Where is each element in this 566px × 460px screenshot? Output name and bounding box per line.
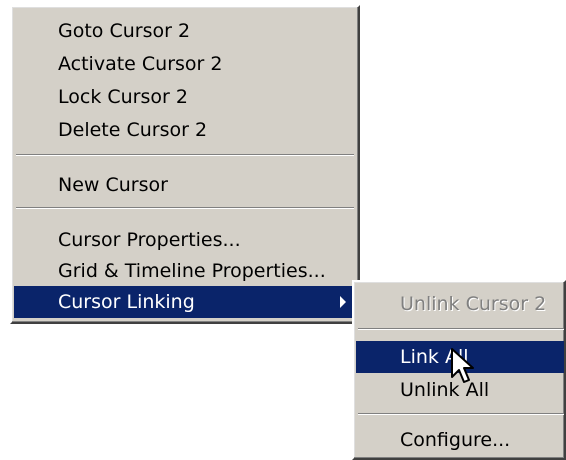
menu-item-label: Grid & Timeline Properties... — [58, 260, 326, 282]
menu-separator — [358, 413, 564, 415]
menu-item-label: Delete Cursor 2 — [58, 119, 208, 141]
context-menu: Goto Cursor 2 Activate Cursor 2 Lock Cur… — [10, 5, 360, 324]
menu-separator — [16, 207, 354, 209]
menu-item-label: Lock Cursor 2 — [58, 86, 188, 108]
submenu-arrow-icon — [340, 296, 346, 308]
cursor-linking-submenu: Unlink Cursor 2 Link All Unlink All Conf… — [352, 280, 566, 460]
menu-item-unlink-cursor[interactable]: Unlink Cursor 2 — [356, 288, 564, 320]
menu-item-goto-cursor[interactable]: Goto Cursor 2 — [14, 15, 356, 47]
menu-separator — [358, 328, 564, 330]
menu-item-label: Configure... — [400, 429, 511, 451]
menu-item-delete-cursor[interactable]: Delete Cursor 2 — [14, 114, 356, 146]
menu-item-cursor-linking[interactable]: Cursor Linking — [14, 286, 356, 318]
menu-item-label: Cursor Properties... — [58, 229, 241, 251]
menu-item-cursor-properties[interactable]: Cursor Properties... — [14, 224, 356, 256]
menu-item-link-all[interactable]: Link All — [356, 341, 564, 373]
menu-item-label: Activate Cursor 2 — [58, 53, 223, 75]
menu-item-new-cursor[interactable]: New Cursor — [14, 169, 356, 201]
menu-item-grid-timeline-properties[interactable]: Grid & Timeline Properties... — [14, 255, 356, 287]
menu-item-label: Goto Cursor 2 — [58, 20, 191, 42]
menu-separator — [16, 154, 354, 156]
menu-item-label: Link All — [400, 346, 469, 368]
menu-item-configure[interactable]: Configure... — [356, 424, 564, 456]
menu-item-activate-cursor[interactable]: Activate Cursor 2 — [14, 48, 356, 80]
menu-item-label: Unlink Cursor 2 — [400, 293, 547, 315]
menu-item-lock-cursor[interactable]: Lock Cursor 2 — [14, 81, 356, 113]
menu-item-label: Unlink All — [400, 379, 490, 401]
menu-item-label: New Cursor — [58, 174, 168, 196]
menu-item-label: Cursor Linking — [58, 291, 195, 313]
menu-item-unlink-all[interactable]: Unlink All — [356, 374, 564, 406]
